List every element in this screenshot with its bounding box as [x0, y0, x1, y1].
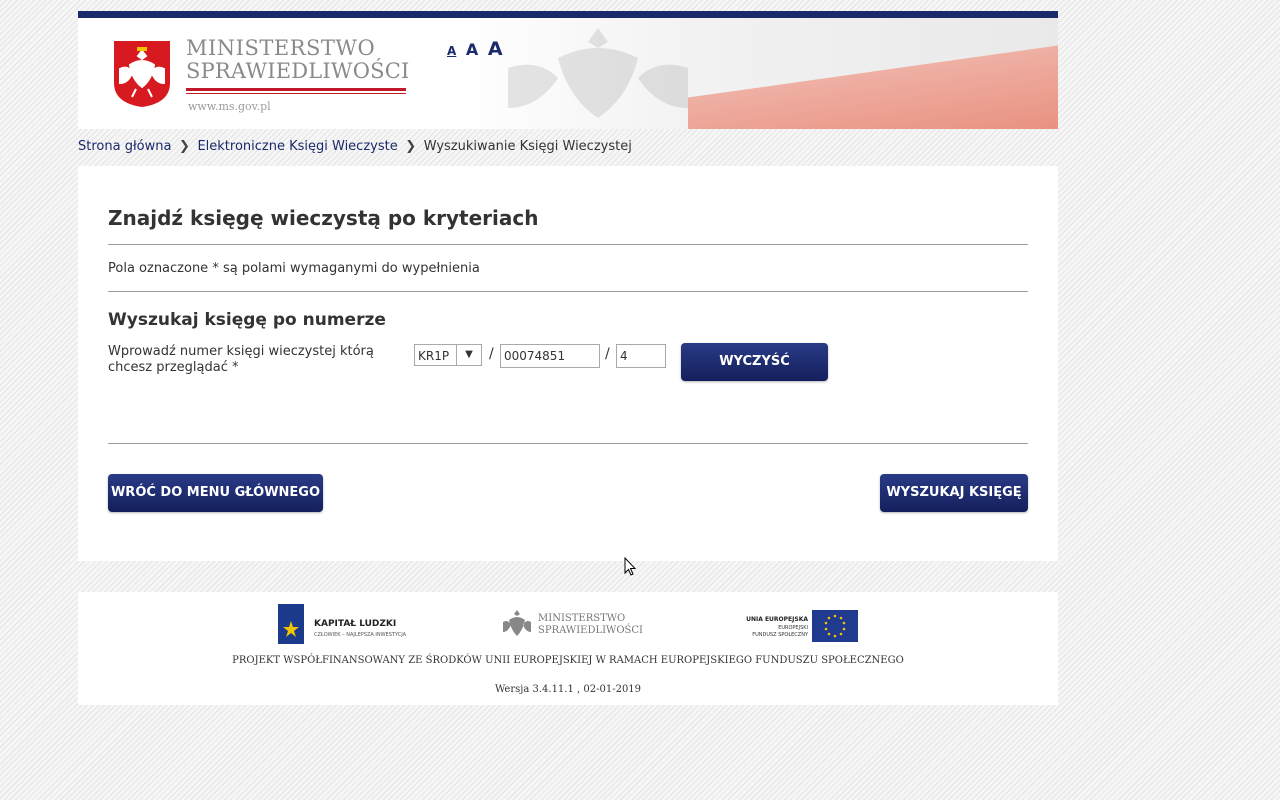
breadcrumb: Strona główna ❯ Elektroniczne Księgi Wiecz…	[78, 139, 632, 157]
separator-slash: /	[605, 346, 610, 362]
dropdown-arrow-icon: ▼	[456, 345, 481, 365]
kl-subtitle: CZŁOWIEK – NAJLEPSZA INWESTYCJA	[314, 632, 407, 638]
ministry-url: www.ms.gov.pl	[188, 100, 271, 113]
court-code-value: KR1P	[418, 349, 450, 363]
breadcrumb-home[interactable]: Strona główna	[78, 139, 171, 154]
ms-footer-line2: SPRAWIEDLIWOŚCI	[538, 625, 643, 636]
ue-line2: EUROPEJSKI	[778, 625, 808, 631]
required-fields-note: Pola oznaczone * są polami wymaganymi do…	[108, 261, 480, 276]
mouse-pointer-icon	[624, 557, 636, 576]
eu-logo: UNIA EUROPEJSKA EUROPEJSKI FUNDUSZ SPOŁE…	[738, 610, 858, 644]
eagle-emblem-icon	[503, 610, 531, 636]
check-digit-input[interactable]	[616, 344, 666, 368]
eu-flag-icon	[812, 610, 858, 642]
book-number-input[interactable]	[500, 344, 600, 368]
chevron-right-icon: ❯	[405, 139, 417, 154]
version-info: Wersja 3.4.11.1 , 02-01-2019	[494, 684, 642, 695]
chevron-right-icon: ❯	[178, 139, 190, 154]
ue-line1: UNIA EUROPEJSKA	[746, 616, 808, 623]
kapital-ludzki-logo: KAPITAŁ LUDZKI CZŁOWIEK – NAJLEPSZA INWE…	[278, 604, 408, 646]
page-title: Znajdź księgę wieczystą po kryteriach	[108, 206, 539, 230]
back-to-menu-button[interactable]: WRÓĆ DO MENU GŁÓWNEGO	[108, 474, 323, 512]
divider	[108, 443, 1028, 444]
book-number-label: Wprowadź numer księgi wieczystej którą c…	[108, 344, 374, 375]
logo-underline-thin	[186, 93, 406, 94]
font-size-small[interactable]: A	[447, 44, 456, 58]
project-funding-note: PROJEKT WSPÓŁFINANSOWANY ZE ŚRODKÓW UNII…	[232, 655, 904, 666]
separator-slash: /	[489, 346, 494, 362]
top-accent-bar	[78, 11, 1058, 18]
breadcrumb-current: Wyszukiwanie Księgi Wieczystej	[423, 139, 632, 154]
site-header: MINISTERSTWO SPRAWIEDLIWOŚCI www.ms.gov.…	[78, 18, 1058, 129]
court-code-select[interactable]: KR1P ▼	[414, 344, 482, 366]
search-book-button[interactable]: WYSZUKAJ KSIĘGĘ	[880, 474, 1028, 512]
search-panel: Znajdź księgę wieczystą po kryteriach Po…	[78, 166, 1058, 561]
kl-title: KAPITAŁ LUDZKI	[314, 619, 397, 629]
ministry-title-line1: MINISTERSTWO	[186, 36, 376, 60]
site-footer: KAPITAŁ LUDZKI CZŁOWIEK – NAJLEPSZA INWE…	[78, 592, 1058, 705]
font-size-switcher: A A A	[447, 38, 507, 60]
breadcrumb-ekw[interactable]: Elektroniczne Księgi Wieczyste	[197, 139, 397, 154]
ministry-footer-logo: MINISTERSTWO SPRAWIEDLIWOŚCI	[502, 608, 643, 644]
font-size-medium[interactable]: A	[466, 40, 478, 59]
logo-underline	[186, 88, 406, 91]
ms-footer-line1: MINISTERSTWO	[538, 613, 626, 624]
divider	[108, 291, 1028, 292]
clear-button[interactable]: WYCZYŚĆ	[681, 343, 828, 381]
ministry-title-line2: SPRAWIEDLIWOŚCI	[186, 59, 410, 83]
star-icon	[283, 621, 299, 637]
font-size-large[interactable]: A	[488, 38, 503, 60]
section-title: Wyszukaj księgę po numerze	[108, 310, 386, 330]
eagle-emblem-icon	[114, 41, 170, 107]
ue-line3: FUNDUSZ SPOŁECZNY	[752, 632, 808, 638]
eagle-watermark-icon	[508, 28, 688, 118]
divider	[108, 244, 1028, 245]
